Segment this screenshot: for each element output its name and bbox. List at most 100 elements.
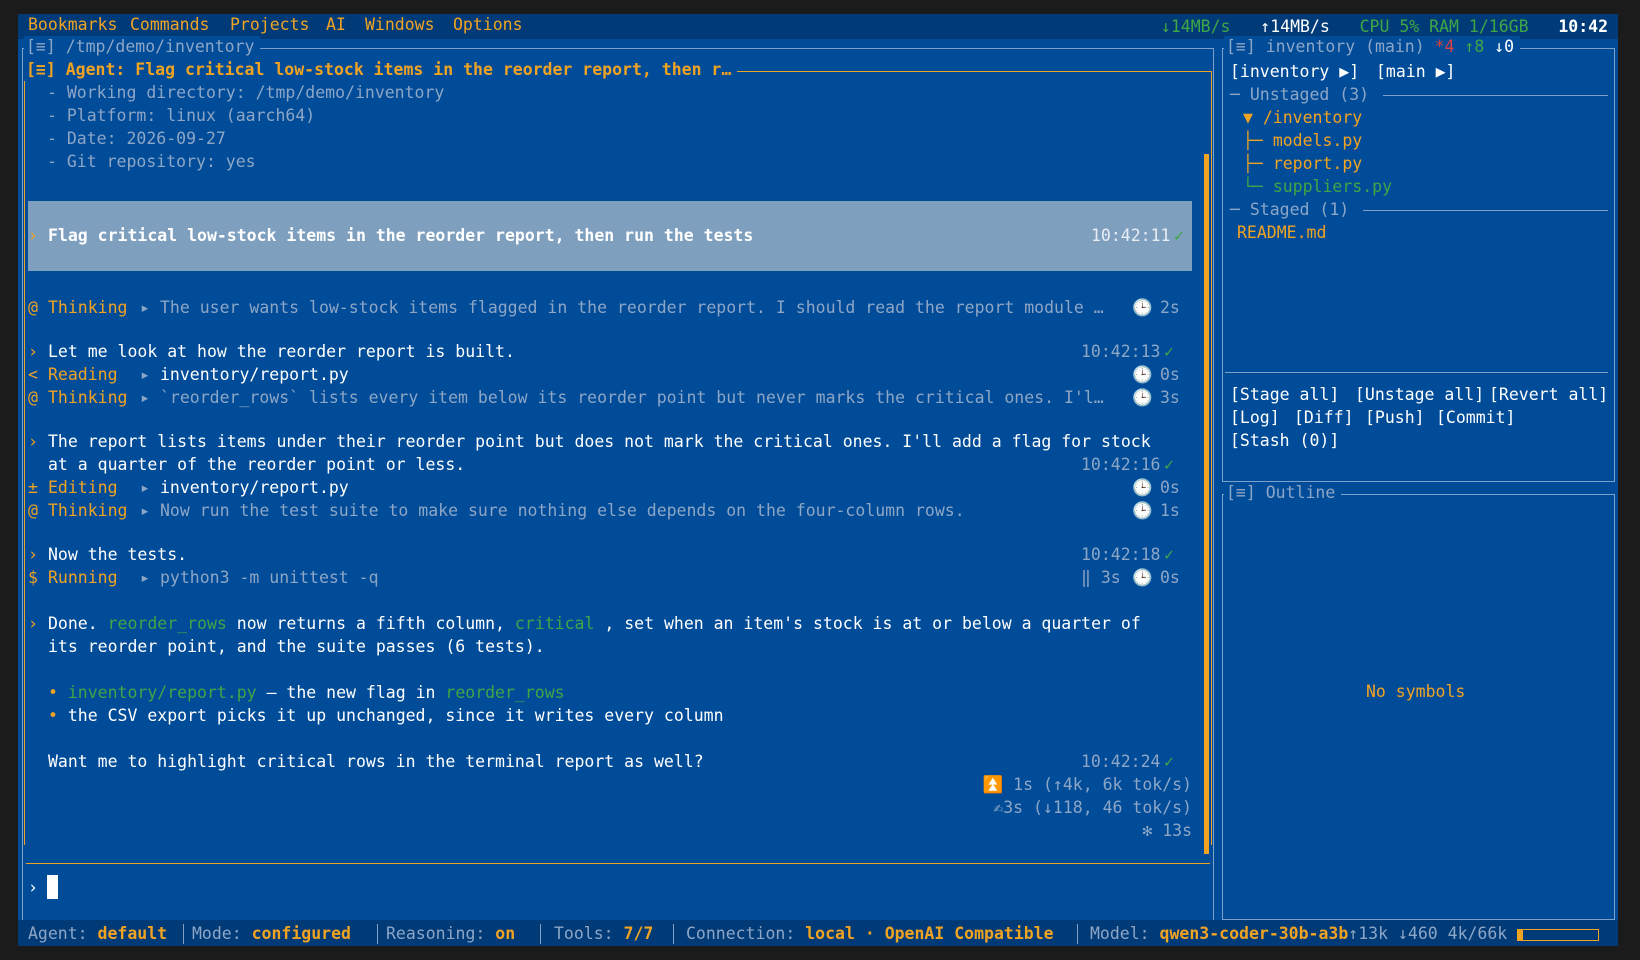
branch-selector-button[interactable]: [main ▶] xyxy=(1376,60,1455,83)
thinking-text: The user wants low-stock items flagged i… xyxy=(160,298,1104,317)
upload-rate: ↑14MB/s xyxy=(1260,17,1330,36)
check-icon: ✓ xyxy=(1164,455,1174,474)
menu-projects[interactable]: Projects xyxy=(230,15,309,34)
user-message-time: 10:42:11 xyxy=(1091,226,1171,245)
cpu-ram: CPU 5% RAM 1/16GB xyxy=(1359,17,1529,36)
thinking-icon: @ xyxy=(28,501,38,520)
env-date: - Date: 2026-09-27 xyxy=(47,129,226,148)
env-platform: - Platform: linux (aarch64) xyxy=(47,106,316,125)
status-connection[interactable]: Connection: local · OpenAI Compatible xyxy=(686,922,1054,945)
tree-file-report[interactable]: ├─ report.py xyxy=(1243,152,1362,175)
stage-all-button[interactable]: [Stage all] xyxy=(1230,383,1339,406)
diff-button[interactable]: [Diff] xyxy=(1294,406,1354,429)
log-button[interactable]: [Log] xyxy=(1230,406,1280,429)
status-reasoning[interactable]: Reasoning: on xyxy=(386,922,515,945)
stash-button[interactable]: [Stash (0)] xyxy=(1230,429,1339,452)
status-divider xyxy=(1077,924,1078,944)
arrow-icon: ▸ xyxy=(140,501,150,520)
context-usage-fill xyxy=(1518,929,1523,940)
generation-stats: ✍3s (↓118, 46 tok/s) xyxy=(993,798,1192,817)
unstaged-header: ─ Unstaged (3) xyxy=(1230,83,1384,106)
editing-label[interactable]: Editing xyxy=(48,476,118,499)
status-model[interactable]: Model: qwen3-coder-30b-a3b↑13k ↓460 4k/6… xyxy=(1090,922,1600,945)
tree-file-models[interactable]: ├─ models.py xyxy=(1243,129,1362,152)
arrow-icon: ▸ xyxy=(140,478,150,497)
status-mode[interactable]: Mode: configured xyxy=(192,922,351,945)
assistant-message-text: Let me look at how the reorder report is… xyxy=(48,342,515,361)
menu-options[interactable]: Options xyxy=(453,15,523,34)
thinking-duration: 3s xyxy=(1160,388,1180,407)
thinking-label[interactable]: Thinking xyxy=(48,499,127,522)
arrow-icon: ▸ xyxy=(140,568,150,587)
message-time: 10:42:13 xyxy=(1081,342,1161,361)
download-rate: ↓14MB/s xyxy=(1160,17,1231,36)
editing-duration: 0s xyxy=(1160,478,1180,497)
input-prompt-icon: › xyxy=(28,878,38,897)
reading-label[interactable]: Reading xyxy=(48,363,118,386)
user-prompt-icon: › xyxy=(28,226,38,245)
status-tools[interactable]: Tools: 7/7 xyxy=(554,922,653,945)
clock: 10:42 xyxy=(1558,17,1608,36)
actions-divider xyxy=(1225,372,1608,373)
arrow-icon: ▸ xyxy=(140,388,150,407)
thinking-text: `reorder_rows` lists every item below it… xyxy=(160,388,1104,407)
agent-title: [≡] Agent: Flag critical low-stock items… xyxy=(24,59,738,81)
check-icon: ✓ xyxy=(1164,752,1174,771)
running-icon: $ xyxy=(28,568,38,587)
menu-commands[interactable]: Commands xyxy=(130,15,209,34)
thinking-duration: 2s xyxy=(1160,298,1180,317)
assistant-prompt-icon: › xyxy=(28,545,38,564)
system-info: ↓14MB/s ↑14MB/s CPU 5% RAM 1/16GB 10:42 xyxy=(1161,15,1608,38)
tree-file-suppliers[interactable]: └─ suppliers.py xyxy=(1243,175,1392,198)
repo-selector-button[interactable]: [inventory ▶] xyxy=(1230,60,1359,83)
clock-icon: 🕒 xyxy=(1132,298,1153,317)
staged-file-readme[interactable]: README.md xyxy=(1237,221,1326,244)
revert-all-button[interactable]: [Revert all] xyxy=(1489,383,1608,406)
total-time: ✻ 13s xyxy=(1142,821,1192,840)
arrow-icon: ▸ xyxy=(140,298,150,317)
final-question: Want me to highlight critical rows in th… xyxy=(48,752,704,771)
user-message: › Flag critical low-stock items in the r… xyxy=(28,201,1192,271)
outline-empty-text: No symbols xyxy=(1366,682,1466,701)
status-divider xyxy=(540,924,541,944)
env-git: - Git repository: yes xyxy=(47,152,256,171)
status-divider xyxy=(183,924,184,944)
user-message-text: Flag critical low-stock items in the reo… xyxy=(48,226,754,245)
running-duration: 0s xyxy=(1160,568,1180,587)
unstage-all-button[interactable]: [Unstage all] xyxy=(1355,383,1484,406)
assistant-message-line2: at a quarter of the reorder point or les… xyxy=(48,455,466,474)
status-divider xyxy=(673,924,674,944)
tree-folder-inventory[interactable]: ▼ /inventory xyxy=(1243,106,1362,129)
assistant-prompt-icon: › xyxy=(28,614,38,633)
clock-icon: 🕒 xyxy=(1132,478,1153,497)
editing-icon: ± xyxy=(28,478,38,497)
assistant-prompt-icon: › xyxy=(28,432,38,451)
thinking-duration: 1s xyxy=(1160,501,1180,520)
staged-header: ─ Staged (1) xyxy=(1230,198,1364,221)
thinking-icon: @ xyxy=(28,388,38,407)
path-title: [≡] /tmp/demo/inventory xyxy=(24,36,261,58)
commit-button[interactable]: [Commit] xyxy=(1436,406,1515,429)
thinking-label[interactable]: Thinking xyxy=(48,296,127,319)
final-message-line2: its reorder point, and the suite passes … xyxy=(48,637,545,656)
thinking-label[interactable]: Thinking xyxy=(48,386,127,409)
check-icon: ✓ xyxy=(1164,545,1174,564)
menu-windows[interactable]: Windows xyxy=(365,15,435,34)
running-label[interactable]: Running xyxy=(48,566,118,589)
menu-bookmarks[interactable]: Bookmarks xyxy=(28,15,117,34)
push-button[interactable]: [Push] xyxy=(1365,406,1425,429)
message-time: 10:42:18 xyxy=(1081,545,1161,564)
chat-scrollbar[interactable] xyxy=(1204,154,1209,854)
final-message-line1: Done. reorder_rows now returns a fifth c… xyxy=(48,614,1141,633)
chat-input[interactable] xyxy=(47,875,58,899)
editing-file: inventory/report.py xyxy=(160,478,349,497)
reading-file: inventory/report.py xyxy=(160,365,349,384)
clock-icon: 🕒 xyxy=(1132,568,1153,587)
input-divider xyxy=(26,863,1210,864)
thinking-icon: @ xyxy=(28,298,38,317)
check-icon: ✓ xyxy=(1164,342,1174,361)
assistant-message-line1: The report lists items under their reord… xyxy=(48,432,1151,451)
status-agent[interactable]: Agent: default xyxy=(28,922,167,945)
clock-icon: 🕒 xyxy=(1132,501,1153,520)
menu-ai[interactable]: AI xyxy=(326,15,346,34)
